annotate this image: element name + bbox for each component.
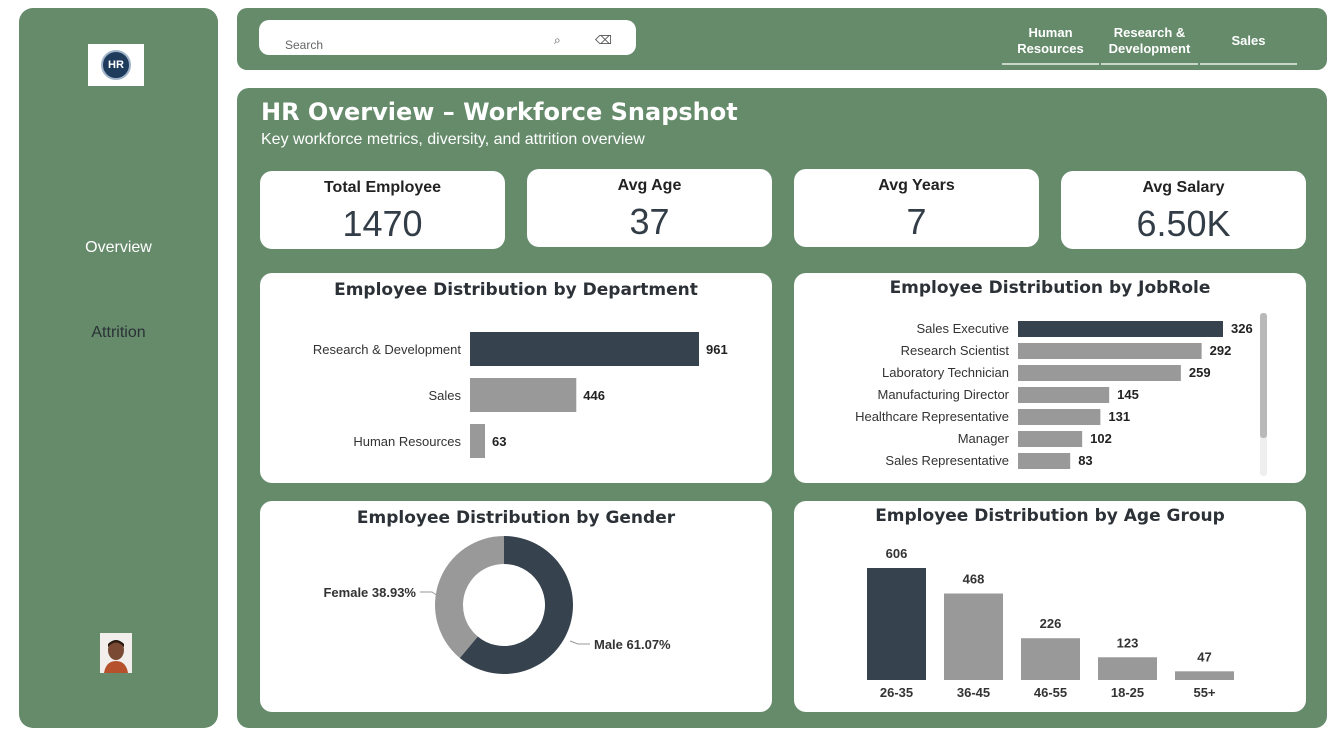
- top-bar: Search ⌕ ⌫ Human Resources Research & De…: [237, 8, 1327, 70]
- category-label: 18-25: [1111, 685, 1144, 700]
- data-label: 292: [1210, 343, 1232, 358]
- bar[interactable]: [1018, 343, 1202, 359]
- data-label: 961: [706, 342, 728, 357]
- data-label: 326: [1231, 321, 1253, 336]
- category-label: 36-45: [957, 685, 990, 700]
- sidebar: HR Overview Attrition: [19, 8, 218, 728]
- leader-line: [569, 640, 590, 645]
- category-label: Manufacturing Director: [878, 387, 1010, 402]
- chart-card-department: Employee Distribution by Department Rese…: [260, 273, 772, 483]
- kpi-value: 7: [906, 201, 927, 242]
- kpi-value: 1470: [342, 203, 423, 244]
- data-label: 102: [1090, 431, 1112, 446]
- data-label: 259: [1189, 365, 1211, 380]
- kpi-value: 6.50K: [1136, 203, 1231, 244]
- chart-title: Employee Distribution by Department: [334, 280, 698, 300]
- kpi-total-employee: Total Employee 1470: [260, 171, 505, 249]
- nav-overview[interactable]: Overview: [19, 239, 218, 257]
- data-label: 446: [583, 388, 605, 403]
- page-subtitle: Key workforce metrics, diversity, and at…: [261, 131, 645, 148]
- bar[interactable]: [1098, 657, 1157, 680]
- nav-attrition[interactable]: Attrition: [19, 324, 218, 342]
- kpi-label: Avg Salary: [1142, 179, 1225, 196]
- bar[interactable]: [1018, 431, 1083, 447]
- search-placeholder: Search: [285, 38, 324, 52]
- data-label: 63: [492, 434, 506, 449]
- slice-female[interactable]: [434, 536, 504, 658]
- category-label: Manager: [958, 431, 1010, 446]
- category-label: Laboratory Technician: [882, 365, 1009, 380]
- bar[interactable]: [1018, 321, 1223, 337]
- kpi-avg-salary: Avg Salary 6.50K: [1061, 171, 1306, 249]
- department-bar-chart: Research & Development 961 Sales 446 Human R…: [313, 332, 728, 458]
- bar[interactable]: [470, 378, 577, 412]
- filter-sales[interactable]: Sales: [1200, 25, 1297, 65]
- category-label: Sales Representative: [885, 453, 1009, 468]
- category-label: Research Scientist: [901, 343, 1010, 358]
- chart-card-gender: Employee Distribution by Gender Female 3…: [260, 501, 772, 712]
- data-label: 47: [1197, 649, 1211, 664]
- data-label: 83: [1078, 453, 1092, 468]
- kpi-avg-age: Avg Age 37: [527, 169, 772, 247]
- category-label: Sales Executive: [917, 321, 1010, 336]
- chart-title: Employee Distribution by Gender: [356, 508, 676, 528]
- category-label: 26-35: [880, 685, 913, 700]
- leader-line: [420, 591, 439, 597]
- chart-card-jobrole: Employee Distribution by JobRole Sales E…: [794, 273, 1306, 483]
- bar[interactable]: [867, 568, 926, 680]
- slice-label-female: Female 38.93%: [323, 585, 416, 600]
- slice-label-male: Male 61.07%: [594, 637, 671, 652]
- kpi-avg-years: Avg Years 7: [794, 169, 1039, 247]
- hr-logo: HR: [88, 44, 144, 86]
- kpi-label: Avg Age: [617, 177, 682, 194]
- page-title: HR Overview – Workforce Snapshot: [261, 98, 738, 126]
- data-label: 145: [1117, 387, 1139, 402]
- bar[interactable]: [1018, 387, 1110, 403]
- filter-human-resources[interactable]: Human Resources: [1002, 25, 1099, 65]
- jobrole-bar-chart: Sales Executive 326 Research Scientist 292 L…: [855, 313, 1267, 476]
- agegroup-bar-chart: 606 26-35 468 36-45 226 46-55 123 18-25 47 55+: [867, 546, 1234, 700]
- data-label: 606: [886, 546, 908, 561]
- search-icon[interactable]: ⌕: [554, 33, 561, 48]
- data-label: 123: [1117, 635, 1139, 650]
- bar[interactable]: [944, 593, 1003, 680]
- eraser-icon[interactable]: ⌫: [595, 33, 612, 47]
- data-label: 468: [963, 572, 985, 587]
- kpi-label: Total Employee: [323, 179, 442, 196]
- data-label: 131: [1108, 409, 1130, 424]
- category-label: 55+: [1193, 685, 1215, 700]
- bar[interactable]: [1018, 453, 1071, 469]
- category-label: 46-55: [1034, 685, 1067, 700]
- bar[interactable]: [470, 332, 699, 366]
- bar[interactable]: [1018, 365, 1181, 381]
- user-avatar[interactable]: [100, 633, 132, 673]
- scrollbar-thumb[interactable]: [1260, 313, 1267, 438]
- filter-research-development[interactable]: Research & Development: [1101, 25, 1198, 65]
- gender-donut-chart: Female 38.93% Male 61.07%: [323, 536, 671, 674]
- hr-seal-icon: HR: [101, 50, 131, 80]
- search-box[interactable]: Search ⌕ ⌫: [259, 20, 636, 55]
- kpi-label: Avg Years: [878, 177, 955, 194]
- category-label: Healthcare Representative: [855, 409, 1009, 424]
- chart-card-agegroup: Employee Distribution by Age Group 606 26…: [794, 501, 1306, 712]
- bar[interactable]: [1021, 638, 1080, 680]
- main-panel: HR Overview – Workforce Snapshot Key wor…: [237, 88, 1327, 728]
- kpi-value: 37: [629, 201, 670, 242]
- bar[interactable]: [1018, 409, 1101, 425]
- chart-title: Employee Distribution by Age Group: [875, 506, 1225, 526]
- chart-title: Employee Distribution by JobRole: [889, 278, 1211, 298]
- data-label: 226: [1040, 616, 1062, 631]
- category-label: Research & Development: [313, 342, 462, 357]
- bar[interactable]: [1175, 671, 1234, 680]
- category-label: Sales: [428, 388, 461, 403]
- category-label: Human Resources: [353, 434, 461, 449]
- bar[interactable]: [470, 424, 486, 458]
